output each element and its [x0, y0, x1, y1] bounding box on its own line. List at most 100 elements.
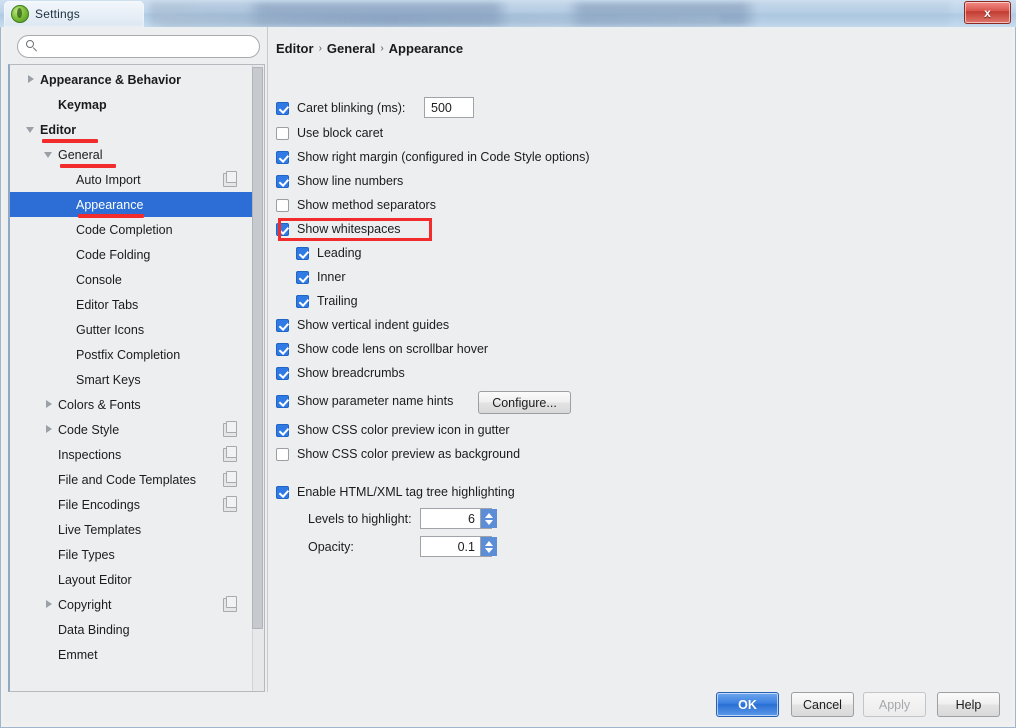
option-show-line-numbers[interactable]: Show line numbers	[276, 174, 403, 188]
sidebar-item-code-folding[interactable]: Code Folding	[10, 242, 255, 267]
sidebar-item-label: Live Templates	[58, 522, 142, 537]
option-show-whitespaces[interactable]: Show whitespaces	[276, 222, 401, 236]
sidebar-item-general[interactable]: General	[10, 142, 255, 168]
sidebar-item-label: File and Code Templates	[58, 472, 197, 487]
sidebar-item-editor[interactable]: Editor	[10, 117, 255, 143]
sidebar-item-file-and-code-templates[interactable]: File and Code Templates	[10, 467, 255, 492]
option-label: Show breadcrumbs	[297, 366, 405, 380]
sidebar-item-data-binding[interactable]: Data Binding	[10, 617, 255, 642]
sidebar-item-label: Appearance	[76, 197, 144, 212]
stepper-arrows-icon[interactable]	[480, 509, 497, 528]
opacity-input[interactable]	[421, 537, 480, 556]
sidebar-item-file-types[interactable]: File Types	[10, 542, 255, 567]
option-use-block-caret[interactable]: Use block caret	[276, 126, 383, 140]
sidebar-item-copyright[interactable]: Copyright	[10, 592, 255, 617]
ok-button[interactable]: OK	[716, 692, 779, 717]
sidebar-scrollbar[interactable]	[252, 65, 264, 691]
opacity-stepper[interactable]	[420, 536, 497, 557]
sidebar-item-postfix-completion[interactable]: Postfix Completion	[10, 342, 255, 367]
sidebar-item-inspections[interactable]: Inspections	[10, 442, 255, 467]
sidebar-item-label: Code Completion	[76, 222, 173, 237]
settings-tree-sidebar[interactable]: Appearance & Behavior Keymap Editor General…	[8, 64, 265, 692]
sidebar-item-code-style[interactable]: Code Style	[10, 417, 255, 442]
option-leading[interactable]: Leading	[296, 246, 362, 260]
close-icon[interactable]: x	[964, 1, 1011, 24]
sidebar-item-keymap[interactable]: Keymap	[10, 92, 255, 117]
checkbox-unchecked[interactable]	[276, 126, 289, 140]
cancel-button[interactable]: Cancel	[791, 692, 854, 717]
sidebar-item-console[interactable]: Console	[10, 267, 255, 292]
checkbox-checked[interactable]	[276, 342, 289, 356]
chevron-right-icon[interactable]	[44, 599, 55, 610]
levels-to-highlight-input[interactable]	[421, 509, 480, 528]
option-caret-blinking-ms[interactable]: Caret blinking (ms):	[276, 101, 405, 115]
search-box[interactable]	[17, 35, 260, 58]
checkbox-checked[interactable]	[276, 366, 289, 380]
sidebar-item-layout-editor[interactable]: Layout Editor	[10, 567, 255, 592]
sidebar-item-appearance[interactable]: Appearance	[10, 192, 264, 218]
checkbox-checked[interactable]	[276, 101, 289, 115]
chevron-down-icon[interactable]	[44, 149, 55, 160]
sidebar-item-label: Copyright	[58, 597, 112, 612]
option-show-vertical-indent-guides[interactable]: Show vertical indent guides	[276, 318, 449, 332]
stepper-arrows-icon[interactable]	[480, 537, 497, 556]
option-trailing[interactable]: Trailing	[296, 294, 358, 308]
checkbox-checked[interactable]	[276, 394, 289, 408]
option-show-code-lens-on-scrollbar-hover[interactable]: Show code lens on scrollbar hover	[276, 342, 488, 356]
sidebar-item-gutter-icons[interactable]: Gutter Icons	[10, 317, 255, 342]
apply-button: Apply	[863, 692, 926, 717]
checkbox-checked[interactable]	[276, 485, 289, 499]
sidebar-item-appearance-behavior[interactable]: Appearance & Behavior	[10, 67, 255, 92]
window-frame: Appearance & Behavior Keymap Editor General…	[0, 27, 1016, 728]
option-show-breadcrumbs[interactable]: Show breadcrumbs	[276, 366, 405, 380]
checkbox-checked[interactable]	[296, 270, 309, 284]
sidebar-item-auto-import[interactable]: Auto Import	[10, 167, 255, 192]
checkbox-unchecked[interactable]	[276, 447, 289, 461]
chevron-right-icon[interactable]	[44, 399, 55, 410]
checkbox-checked[interactable]	[276, 423, 289, 437]
sidebar-item-code-completion[interactable]: Code Completion	[10, 217, 255, 242]
settings-detail-panel: Editor › General › Appearance Caret blinking…	[267, 27, 1009, 692]
sidebar-item-editor-tabs[interactable]: Editor Tabs	[10, 292, 255, 317]
option-enable-html-xml-tag-tree-highlighting[interactable]: Enable HTML/XML tag tree highlighting	[276, 485, 515, 499]
caret-blinking-input[interactable]	[424, 97, 474, 118]
sidebar-item-smart-keys[interactable]: Smart Keys	[10, 367, 255, 392]
search-input[interactable]	[45, 38, 249, 55]
option-show-css-color-preview-as-background[interactable]: Show CSS color preview as background	[276, 447, 520, 461]
chevron-right-icon[interactable]	[44, 424, 55, 435]
option-show-method-separators[interactable]: Show method separators	[276, 198, 436, 212]
sidebar-scrollbar-thumb[interactable]	[252, 67, 263, 629]
sidebar-item-colors-fonts[interactable]: Colors & Fonts	[10, 392, 255, 417]
option-show-css-color-preview-icon-in-gutter[interactable]: Show CSS color preview icon in gutter	[276, 423, 510, 437]
checkbox-checked[interactable]	[276, 174, 289, 188]
configure-button[interactable]: Configure...	[478, 391, 571, 414]
sidebar-item-label: Editor Tabs	[76, 297, 139, 312]
sidebar-item-label: Colors & Fonts	[58, 397, 141, 412]
checkbox-unchecked[interactable]	[276, 198, 289, 212]
option-show-right-margin-configured-in-code-style-options[interactable]: Show right margin (configured in Code St…	[276, 150, 590, 164]
sidebar-item-label: Emmet	[58, 647, 98, 662]
levels-to-highlight-stepper[interactable]	[420, 508, 497, 529]
option-label: Leading	[317, 246, 362, 260]
option-label: Caret blinking (ms):	[297, 101, 406, 115]
sidebar-item-emmet[interactable]: Emmet	[10, 642, 255, 667]
chevron-right-icon[interactable]	[26, 74, 37, 85]
checkbox-checked[interactable]	[296, 294, 309, 308]
checkbox-checked[interactable]	[276, 150, 289, 164]
chevron-down-icon[interactable]	[26, 124, 37, 135]
sidebar-item-label: Postfix Completion	[76, 347, 181, 362]
option-label: Show right margin (configured in Code St…	[297, 150, 590, 164]
checkbox-checked[interactable]	[276, 222, 289, 236]
sidebar-item-file-encodings[interactable]: File Encodings	[10, 492, 255, 517]
option-label: Show code lens on scrollbar hover	[297, 342, 489, 356]
checkbox-checked[interactable]	[296, 246, 309, 260]
help-button[interactable]: Help	[937, 692, 1000, 717]
option-show-parameter-name-hints[interactable]: Show parameter name hints	[276, 394, 453, 408]
project-scope-icon	[223, 446, 237, 462]
checkbox-checked[interactable]	[276, 318, 289, 332]
option-inner[interactable]: Inner	[296, 270, 346, 284]
sidebar-item-live-templates[interactable]: Live Templates	[10, 517, 255, 542]
